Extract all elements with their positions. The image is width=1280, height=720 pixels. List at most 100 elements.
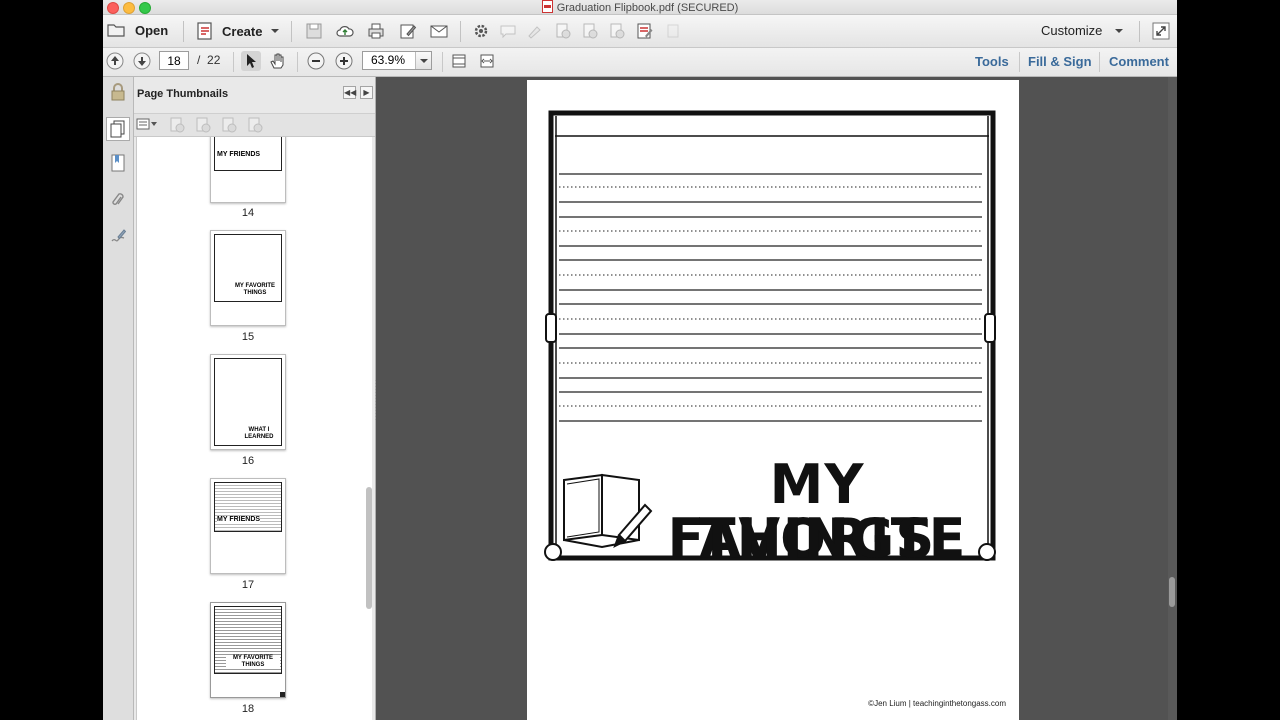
fill-sign-pane-link[interactable]: Fill & Sign: [1028, 54, 1092, 69]
zoom-dropdown-toggle[interactable]: [415, 52, 431, 69]
thumbnail-page-number: 18: [241, 703, 255, 715]
thumbnail-list: MY FRIENDS 14 MY FAVORITE THINGS 15 WHAT…: [136, 137, 372, 720]
attachments-button[interactable]: [108, 190, 128, 210]
expand-icon: [1152, 22, 1170, 40]
fit-width-button[interactable]: [477, 51, 497, 71]
toolbar-divider: [1139, 21, 1140, 42]
thumbnail-page-number: 14: [241, 207, 255, 219]
extract-page-icon[interactable]: [247, 117, 263, 133]
main-toolbar: Open Create Customize: [103, 15, 1177, 48]
page-thumbnails-panel: Page Thumbnails ◀◀ ▶ MY FRIENDS 14 MY FA: [134, 77, 376, 720]
customize-dropdown[interactable]: Customize: [1041, 23, 1124, 38]
email-button[interactable]: [429, 21, 449, 41]
toolbar-divider: [442, 52, 443, 72]
hand-icon: [270, 53, 284, 69]
toolbar-divider: [291, 21, 292, 42]
page-artwork: [544, 110, 996, 561]
zoom-out-button[interactable]: [306, 51, 326, 71]
printer-icon: [368, 23, 384, 39]
thumbnail-page-18[interactable]: MY FAVORITE THINGS: [210, 602, 286, 698]
fit-page-icon: [452, 54, 466, 68]
insert-page-icon[interactable]: [169, 117, 185, 133]
highlight-button[interactable]: [525, 21, 545, 41]
document-scrollbar[interactable]: [1168, 77, 1177, 720]
thumbnail-scrollbar[interactable]: [366, 487, 372, 609]
signature-pen-icon: [111, 229, 126, 242]
page-rotate-button[interactable]: [607, 21, 627, 41]
thumbnail-options-menu[interactable]: [136, 117, 158, 131]
page-thumbnails-button[interactable]: [106, 117, 130, 141]
page-separator: /: [197, 53, 201, 67]
navigation-pane-buttons: [103, 77, 134, 720]
plus-circle-icon: [335, 52, 353, 70]
thumbnail-page-number: 16: [241, 455, 255, 467]
thumbnail-page-17[interactable]: MY FRIENDS: [210, 478, 286, 574]
tools-pane-link[interactable]: Tools: [975, 54, 1009, 69]
page-delete-button[interactable]: [553, 21, 573, 41]
create-label: Create: [222, 23, 263, 39]
toolbar-divider: [1099, 52, 1100, 72]
thumbnail-caption: MY FRIENDS: [217, 516, 261, 523]
form-button[interactable]: [635, 21, 655, 41]
page-number-input[interactable]: 18: [159, 51, 189, 70]
print-button[interactable]: [366, 21, 386, 41]
page-heading-line-2: THINGS: [698, 507, 936, 570]
options-list-icon: [136, 118, 157, 130]
signatures-button[interactable]: [108, 226, 128, 246]
thumbnail-caption: WHAT I LEARNED: [244, 427, 274, 440]
previous-page-button[interactable]: [105, 51, 125, 71]
comment-pane-link[interactable]: Comment: [1109, 54, 1169, 69]
upload-cloud-button[interactable]: [335, 21, 355, 41]
delete-page-icon[interactable]: [195, 117, 211, 133]
thumbnail-caption: MY FRIENDS: [217, 151, 261, 158]
save-button[interactable]: [304, 21, 324, 41]
window-title-container: Graduation Flipbook.pdf (SECURED): [103, 0, 1177, 15]
edit-document-icon: [400, 24, 417, 39]
pages-icon: [110, 120, 125, 138]
zoom-level-select[interactable]: 63.9%: [362, 51, 432, 70]
form-edit-icon: [637, 23, 653, 39]
panel-title: Page Thumbnails: [137, 88, 229, 100]
full-screen-button[interactable]: [1151, 21, 1171, 41]
arrow-up-icon: [106, 52, 124, 70]
thumbnail-page-number: 15: [241, 331, 255, 343]
thumbnail-page-14[interactable]: MY FRIENDS: [210, 137, 286, 203]
thumbnail-page-16[interactable]: WHAT I LEARNED: [210, 354, 286, 450]
thumbnail-toolbar: [134, 113, 375, 137]
rotate-page-icon[interactable]: [221, 117, 237, 133]
navigation-toolbar: 18 / 22 63.9% Tools Fill & Sign Comment: [103, 48, 1177, 77]
cursor-arrow-icon: [247, 54, 256, 68]
thumbnail-caption: MY FAVORITE THINGS: [226, 655, 280, 669]
bookmark-icon: [111, 154, 125, 172]
collapse-panel-button[interactable]: ◀◀: [343, 86, 356, 99]
comment-bubble-button[interactable]: [498, 21, 518, 41]
page-extract-button[interactable]: [580, 21, 600, 41]
zoom-in-button[interactable]: [334, 51, 354, 71]
page-footer-credit: ©Jen Lium | teachinginthetongass.com: [868, 699, 1006, 708]
document-scrollbar-thumb[interactable]: [1169, 577, 1175, 607]
thumbnail-page-number: 17: [241, 579, 255, 591]
envelope-icon: [430, 25, 448, 38]
security-button[interactable]: [108, 82, 128, 102]
arrow-down-icon: [133, 52, 151, 70]
settings-button[interactable]: [471, 21, 491, 41]
open-label: Open: [135, 22, 169, 38]
select-tool-button[interactable]: [241, 51, 261, 71]
create-button[interactable]: Create: [196, 22, 280, 40]
open-button[interactable]: Open: [107, 22, 168, 38]
edit-button[interactable]: [398, 21, 418, 41]
total-pages: 22: [207, 53, 221, 67]
blank-tool-button[interactable]: [663, 21, 683, 41]
cloud-upload-icon: [336, 26, 354, 37]
thumbnail-caption: MY FAVORITE THINGS: [234, 283, 276, 296]
panel-options-button[interactable]: ▶: [360, 86, 373, 99]
thumbnail-page-15[interactable]: MY FAVORITE THINGS: [210, 230, 286, 326]
bookmarks-button[interactable]: [108, 153, 128, 173]
blank-page-icon: [667, 24, 679, 38]
paperclip-icon: [112, 193, 124, 205]
next-page-button[interactable]: [132, 51, 152, 71]
gear-icon: [474, 24, 488, 38]
toolbar-divider: [460, 21, 461, 42]
fit-page-button[interactable]: [449, 51, 469, 71]
hand-tool-button[interactable]: [268, 51, 288, 71]
